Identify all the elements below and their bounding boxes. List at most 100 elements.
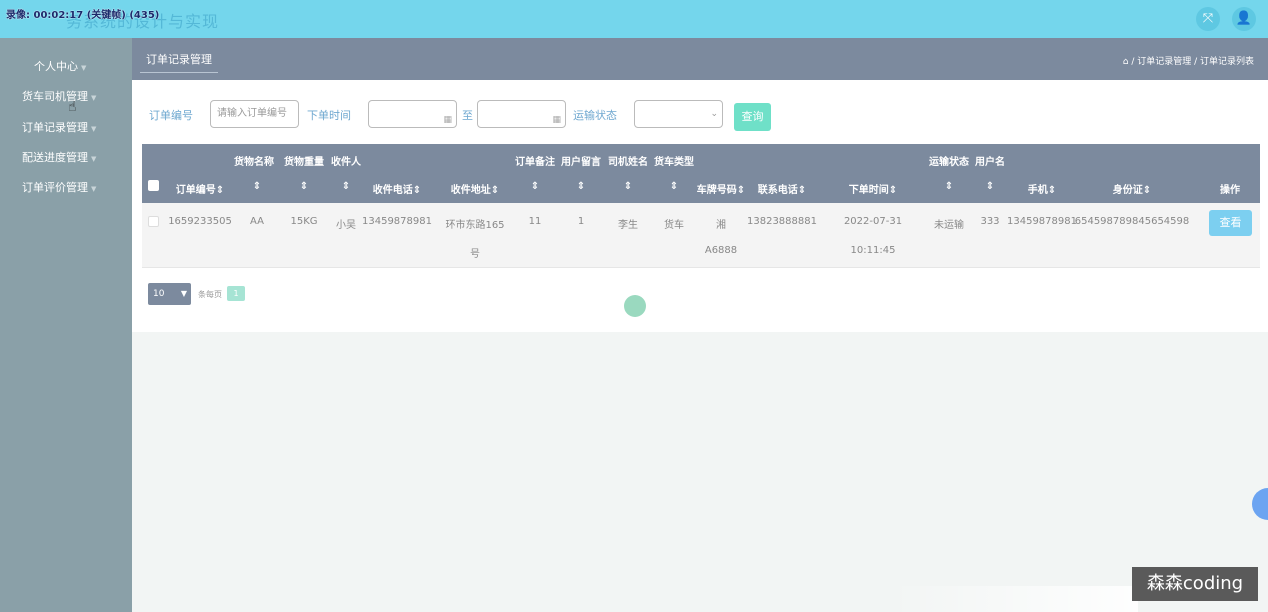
content-header: 订单记录管理 ⌂ / 订单记录管理 / 订单记录列表 [132, 38, 1268, 80]
hand-cursor-icon: ☝ [68, 99, 77, 115]
sidebar-item-profile[interactable]: 个人中心 ▼ [0, 57, 132, 77]
sort-icon: ⇕ [490, 185, 500, 196]
sort-icon: ⇕ [412, 185, 422, 196]
sort-icon: ⇕ [1047, 185, 1057, 196]
chevron-down-icon: ▼ [180, 289, 187, 298]
loading-spinner [624, 295, 646, 317]
col-order-time[interactable]: 下单时间⇕ [849, 181, 897, 196]
col-status: 运输状态 [929, 157, 969, 168]
sidebar-item-delivery[interactable]: 配送进度管理 ▼ [0, 148, 132, 168]
cell-plate-cont: A6888 [704, 245, 738, 256]
sort-icon[interactable]: ⇕ [945, 181, 953, 192]
sort-icon: ⇕ [797, 185, 807, 196]
row-checkbox[interactable] [148, 216, 159, 227]
col-recipient-address[interactable]: 收件地址⇕ [451, 181, 499, 196]
table-row: 1659233505 AA 15KG 小吴 13459878981 环市东路16… [142, 203, 1260, 268]
sidebar-item-orders[interactable]: 订单记录管理 ▼ [0, 118, 132, 138]
top-bar: 务系统的设计与实现 录像: 00:02:17 (关键帧) (435) ⤧ 👤 [0, 0, 1268, 38]
sort-icon[interactable]: ⇕ [577, 181, 585, 192]
cell-username: 333 [980, 216, 1000, 227]
sidebar-item-label: 货车司机管理 [22, 90, 88, 103]
col-plate[interactable]: 车牌号码⇕ [697, 181, 745, 196]
start-date-input[interactable]: ▦ [368, 100, 457, 128]
cell-recipient: 小吴 [336, 220, 356, 231]
col-recipient-phone[interactable]: 收件电话⇕ [373, 181, 421, 196]
cell-id-card: 654598789845654598 [1074, 216, 1190, 227]
sidebar-item-label: 配送进度管理 [22, 151, 88, 164]
fullscreen-icon[interactable]: ⤧ [1196, 7, 1220, 31]
breadcrumb-path: / 订单记录管理 / 订单记录列表 [1131, 57, 1254, 67]
sort-icon[interactable]: ⇕ [670, 181, 678, 192]
page-size-select[interactable]: 10 ▼ [148, 283, 191, 305]
cell-address: 环市东路165 [445, 220, 505, 231]
cell-address-cont: 号 [470, 249, 480, 260]
watermark: 森森coding [1132, 567, 1258, 601]
sort-icon: ⇕ [888, 185, 898, 196]
chevron-down-icon: ▼ [91, 185, 97, 193]
sidebar: 个人中心 ▼ 货车司机管理 ▼ 订单记录管理 ▼ 配送进度管理 ▼ 订单评价管理 ▼ [0, 38, 132, 612]
sort-icon[interactable]: ⇕ [253, 181, 261, 192]
calendar-icon: ▦ [443, 115, 452, 125]
sidebar-item-label: 订单记录管理 [22, 121, 88, 134]
cell-order-no: 1659233505 [168, 216, 232, 227]
sidebar-item-reviews[interactable]: 订单评价管理 ▼ [0, 178, 132, 198]
main-panel: 订单编号 请输入订单编号 下单时间 ▦ 至 ▦ 运输状态 ⌄ 查询 货物名称 货… [132, 80, 1268, 332]
col-remark: 订单备注 [515, 157, 555, 168]
query-button[interactable]: 查询 [734, 103, 771, 131]
page-number[interactable]: 1 [227, 286, 245, 301]
sort-icon[interactable]: ⇕ [986, 181, 994, 192]
sidebar-item-drivers[interactable]: 货车司机管理 ▼ [0, 87, 132, 107]
col-goods-weight: 货物重量 [284, 157, 324, 168]
cell-driver: 李生 [618, 220, 638, 231]
col-driver: 司机姓名 [608, 157, 648, 168]
order-time-label: 下单时间 [307, 109, 351, 122]
chevron-down-icon: ▼ [91, 125, 97, 133]
status-select[interactable]: ⌄ [634, 100, 723, 128]
cell-plate: 湘 [716, 220, 726, 231]
select-all-checkbox[interactable] [148, 180, 159, 191]
sort-icon[interactable]: ⇕ [300, 181, 308, 192]
page-size-value: 10 [153, 289, 165, 299]
sort-icon: ⇕ [736, 185, 746, 196]
col-id-card[interactable]: 身份证⇕ [1113, 181, 1151, 196]
cell-message: 1 [577, 216, 585, 227]
sort-icon[interactable]: ⇕ [531, 181, 539, 192]
floating-widget-tab[interactable] [1252, 488, 1268, 520]
breadcrumb: ⌂ / 订单记录管理 / 订单记录列表 [1123, 54, 1254, 67]
order-no-label: 订单编号 [149, 109, 193, 122]
cell-time: 10:11:45 [850, 245, 896, 256]
col-order-no[interactable]: 订单编号⇕ [176, 181, 224, 196]
sidebar-item-label: 个人中心 [34, 60, 78, 73]
tab-order-records[interactable]: 订单记录管理 [140, 51, 218, 73]
sort-icon: ⇕ [1142, 185, 1152, 196]
cell-contact: 13823888881 [747, 216, 817, 227]
cell-mobile: 13459878981 [1007, 216, 1077, 227]
home-icon[interactable]: ⌂ [1123, 57, 1129, 67]
chevron-down-icon: ▼ [81, 64, 87, 72]
sort-icon[interactable]: ⇕ [624, 181, 632, 192]
bottom-fade [888, 586, 1138, 612]
col-username: 用户名 [975, 157, 1005, 168]
status-label: 运输状态 [573, 109, 617, 122]
end-date-input[interactable]: ▦ [477, 100, 566, 128]
cell-date: 2022-07-31 [843, 216, 903, 227]
col-mobile[interactable]: 手机⇕ [1028, 181, 1056, 196]
cell-status: 未运输 [934, 220, 964, 231]
order-no-input[interactable]: 请输入订单编号 [210, 100, 299, 128]
col-message: 用户留言 [561, 157, 601, 168]
cell-truck-type: 货车 [664, 220, 684, 231]
chevron-down-icon: ⌄ [710, 109, 718, 119]
sort-icon: ⇕ [215, 185, 225, 196]
col-contact-phone[interactable]: 联系电话⇕ [758, 181, 806, 196]
col-recipient: 收件人 [331, 157, 361, 168]
cell-remark: 11 [528, 216, 542, 227]
cell-weight: 15KG [290, 216, 318, 227]
table-header: 货物名称 货物重量 收件人 订单备注 用户留言 司机姓名 货车类型 运输状态 用… [142, 144, 1260, 203]
recording-overlay: 录像: 00:02:17 (关键帧) (435) [6, 10, 160, 21]
per-page-label: 条每页 [198, 290, 222, 299]
user-icon[interactable]: 👤 [1232, 7, 1256, 31]
view-button[interactable]: 查看 [1209, 210, 1252, 236]
cell-goods: AA [250, 216, 264, 227]
chevron-down-icon: ▼ [91, 94, 97, 102]
sort-icon[interactable]: ⇕ [342, 181, 350, 192]
